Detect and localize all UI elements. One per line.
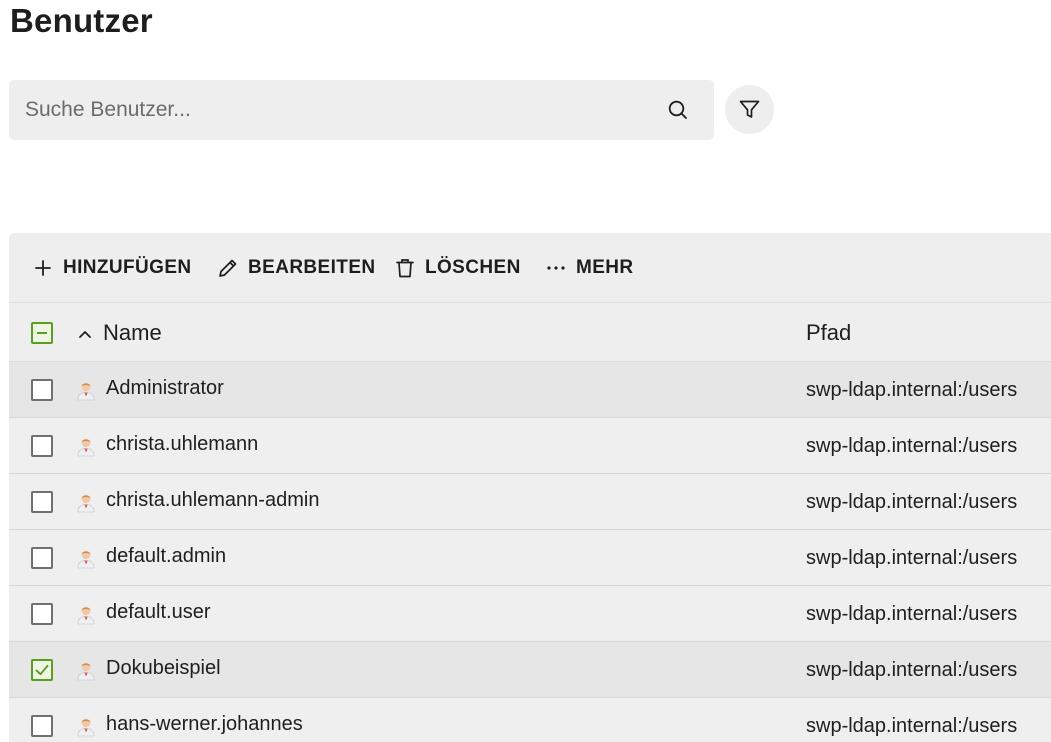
filter-button[interactable]: [725, 85, 774, 134]
table-row[interactable]: default.admin swp-ldap.internal:/users: [9, 530, 1051, 586]
user-icon: [76, 435, 96, 457]
table-row[interactable]: christa.uhlemann swp-ldap.internal:/user…: [9, 418, 1051, 474]
user-icon: [76, 379, 96, 401]
row-checkbox[interactable]: [31, 659, 53, 681]
add-button[interactable]: HINZUFÜGEN: [32, 233, 192, 303]
table-row[interactable]: hans-werner.johannes swp-ldap.internal:/…: [9, 698, 1051, 742]
column-header-name[interactable]: Name: [103, 320, 162, 346]
select-all-checkbox[interactable]: [31, 322, 53, 344]
row-checkbox[interactable]: [31, 491, 53, 513]
cell-path: swp-ldap.internal:/users: [806, 435, 1018, 457]
table-row[interactable]: Dokubeispiel swp-ldap.internal:/users: [9, 642, 1051, 698]
table-row[interactable]: default.user swp-ldap.internal:/users: [9, 586, 1051, 642]
user-icon: [76, 491, 96, 513]
user-icon: [76, 715, 96, 737]
search-icon[interactable]: [667, 99, 689, 121]
user-icon: [76, 547, 96, 569]
table-header: Name Pfad: [9, 304, 1051, 362]
plus-icon: [32, 257, 54, 279]
users-grid: HINZUFÜGEN BEARBEITEN LÖSCHEN MEHR Name …: [9, 233, 1051, 742]
user-icon: [76, 603, 96, 625]
check-icon: [35, 664, 49, 676]
grid-toolbar: HINZUFÜGEN BEARBEITEN LÖSCHEN MEHR: [9, 233, 1051, 303]
delete-button[interactable]: LÖSCHEN: [394, 233, 521, 303]
user-icon: [76, 659, 96, 681]
edit-button[interactable]: BEARBEITEN: [217, 233, 376, 303]
more-button-label: MEHR: [576, 257, 634, 278]
more-dots-icon: [545, 257, 567, 279]
search-input[interactable]: [25, 80, 655, 140]
cell-name: hans-werner.johannes: [106, 713, 303, 735]
edit-button-label: BEARBEITEN: [248, 257, 376, 278]
cell-path: swp-ldap.internal:/users: [806, 379, 1018, 401]
cell-name: default.user: [106, 601, 211, 623]
trash-icon: [394, 257, 416, 279]
row-checkbox[interactable]: [31, 603, 53, 625]
chevron-up-icon[interactable]: [77, 326, 93, 342]
table-row[interactable]: christa.uhlemann-admin swp-ldap.internal…: [9, 474, 1051, 530]
cell-path: swp-ldap.internal:/users: [806, 715, 1018, 737]
column-header-path[interactable]: Pfad: [806, 320, 851, 346]
cell-path: swp-ldap.internal:/users: [806, 547, 1018, 569]
row-checkbox[interactable]: [31, 379, 53, 401]
row-checkbox[interactable]: [31, 435, 53, 457]
cell-name: default.admin: [106, 545, 227, 567]
cell-name: Dokubeispiel: [106, 657, 221, 679]
cell-name: christa.uhlemann: [106, 433, 259, 455]
row-checkbox[interactable]: [31, 547, 53, 569]
row-checkbox[interactable]: [31, 715, 53, 737]
filter-icon: [739, 100, 760, 118]
cell-path: swp-ldap.internal:/users: [806, 659, 1018, 681]
add-button-label: HINZUFÜGEN: [63, 257, 192, 278]
delete-button-label: LÖSCHEN: [425, 257, 521, 278]
search-box[interactable]: [9, 80, 714, 140]
page-title: Benutzer: [10, 2, 153, 39]
more-button[interactable]: MEHR: [545, 233, 634, 303]
table-row[interactable]: Administrator swp-ldap.internal:/users: [9, 362, 1051, 418]
cell-name: Administrator: [106, 377, 224, 399]
pencil-icon: [217, 257, 239, 279]
cell-path: swp-ldap.internal:/users: [806, 603, 1018, 625]
cell-path: swp-ldap.internal:/users: [806, 491, 1018, 513]
cell-name: christa.uhlemann-admin: [106, 489, 320, 511]
